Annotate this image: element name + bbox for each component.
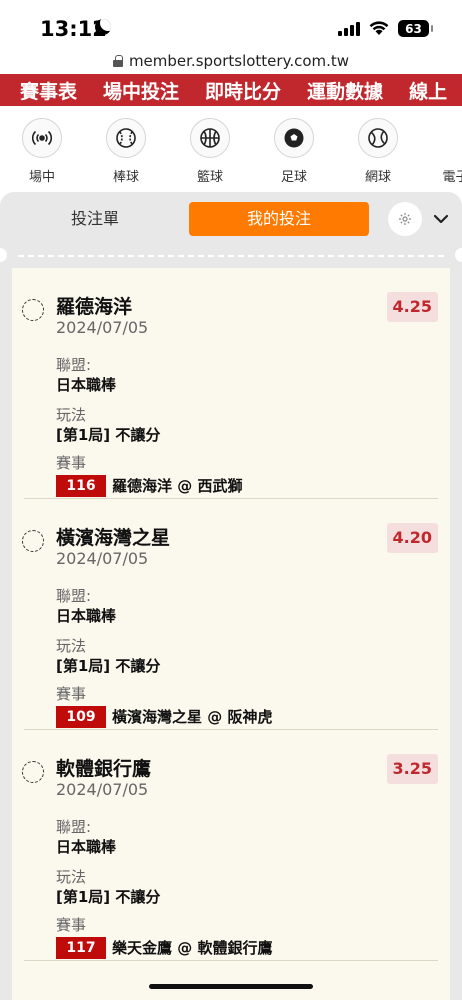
nav-item-live-scores[interactable]: 即時比分 xyxy=(205,77,281,104)
event-label: 賽事 xyxy=(56,685,87,703)
sport-label: 場中 xyxy=(28,170,55,185)
league-label: 聯盟: xyxy=(56,587,92,605)
league-value: 日本職棒 xyxy=(56,607,117,625)
tab-my-bets[interactable]: 我的投注 xyxy=(189,202,369,236)
bet-item[interactable]: 羅德海洋 2024/07/05 4.25 聯盟: 日本職棒 玩法 [第1局] 不… xyxy=(22,268,438,499)
live-signal-icon xyxy=(22,118,62,158)
league-label: 聯盟: xyxy=(56,356,92,374)
bet-panel: 投注單 我的投注 羅德海洋 2024/07/05 4.25 聯盟: 日本職棒 玩… xyxy=(0,192,462,1000)
nav-item-online[interactable]: 線上 xyxy=(409,77,447,104)
basketball-icon xyxy=(190,118,230,158)
sport-label: 棒球 xyxy=(112,170,139,185)
sport-item-esports[interactable]: 電子競 xyxy=(420,106,462,192)
match-id-badge: 116 xyxy=(56,475,106,497)
bet-list: 羅德海洋 2024/07/05 4.25 聯盟: 日本職棒 玩法 [第1局] 不… xyxy=(12,268,450,1000)
bet-selection: 羅德海洋 xyxy=(56,296,133,318)
bet-selection: 橫濱海灣之星 xyxy=(56,527,171,549)
match-name: 羅德海洋 @ 西武獅 xyxy=(112,477,243,495)
gear-icon xyxy=(399,213,411,225)
sport-item-live[interactable]: 場中 xyxy=(0,106,84,192)
tennis-icon xyxy=(358,118,398,158)
bet-date: 2024/07/05 xyxy=(56,549,149,568)
ticket-notch xyxy=(0,248,7,262)
bet-selection: 軟體銀行鷹 xyxy=(56,758,152,780)
market-label: 玩法 xyxy=(56,406,87,424)
nav-item-sports-data[interactable]: 運動數據 xyxy=(307,77,383,104)
sport-item-basketball[interactable]: 籃球 xyxy=(168,106,252,192)
pending-status-icon xyxy=(22,761,44,783)
chevron-down-icon xyxy=(433,214,449,224)
sport-item-tennis[interactable]: 網球 xyxy=(336,106,420,192)
bet-date: 2024/07/05 xyxy=(56,780,149,799)
event-label: 賽事 xyxy=(56,916,87,934)
pending-status-icon xyxy=(22,299,44,321)
match-name: 樂天金鷹 @ 軟體銀行鷹 xyxy=(112,939,273,957)
cellular-signal-icon xyxy=(338,22,362,36)
league-value: 日本職棒 xyxy=(56,376,117,394)
sport-label: 籃球 xyxy=(196,170,223,185)
odds-badge: 3.25 xyxy=(386,754,438,784)
lock-icon xyxy=(112,55,123,67)
ticket-notch xyxy=(455,248,462,262)
match-id-badge: 109 xyxy=(56,706,106,728)
market-label: 玩法 xyxy=(56,868,87,886)
sport-category-bar: 場中 棒球 籃球 足球 網球 電子 xyxy=(0,106,462,192)
tab-bet-slip[interactable]: 投注單 xyxy=(20,202,170,236)
match-name: 橫濱海灣之星 @ 阪神虎 xyxy=(112,708,273,726)
sport-label: 足球 xyxy=(280,170,307,185)
address-bar[interactable]: member.sportslottery.com.tw xyxy=(0,48,462,74)
odds-badge: 4.25 xyxy=(386,292,438,322)
league-value: 日本職棒 xyxy=(56,838,117,856)
nav-item-live-betting[interactable]: 場中投注 xyxy=(103,77,179,104)
odds-badge: 4.20 xyxy=(386,523,438,553)
battery-indicator: 63 xyxy=(398,20,433,37)
status-bar: 13:12 63 xyxy=(0,0,462,48)
settings-button[interactable] xyxy=(388,202,422,236)
url-text[interactable]: member.sportslottery.com.tw xyxy=(129,52,349,70)
collapse-button[interactable] xyxy=(430,208,452,230)
market-value: [第1局] 不讓分 xyxy=(56,888,161,906)
sport-label: 電子競 xyxy=(442,170,462,185)
bet-tabs: 投注單 我的投注 xyxy=(0,202,462,242)
baseball-icon xyxy=(106,118,146,158)
main-nav: 賽事表 場中投注 即時比分 運動數據 線上 xyxy=(0,74,462,106)
sport-item-baseball[interactable]: 棒球 xyxy=(84,106,168,192)
league-label: 聯盟: xyxy=(56,818,92,836)
match-id-badge: 117 xyxy=(56,937,106,959)
market-value: [第1局] 不讓分 xyxy=(56,657,161,675)
moon-icon xyxy=(95,19,111,35)
wifi-icon xyxy=(369,21,389,35)
ticket-perforation xyxy=(0,248,462,264)
home-indicator[interactable] xyxy=(149,984,313,989)
dashed-divider xyxy=(18,255,444,257)
event-label: 賽事 xyxy=(56,454,87,472)
bet-date: 2024/07/05 xyxy=(56,318,149,337)
market-value: [第1局] 不讓分 xyxy=(56,426,161,444)
sport-item-soccer[interactable]: 足球 xyxy=(252,106,336,192)
soccer-icon xyxy=(274,118,314,158)
sport-label: 網球 xyxy=(364,170,391,185)
bet-item[interactable]: 軟體銀行鷹 2024/07/05 3.25 聯盟: 日本職棒 玩法 [第1局] … xyxy=(22,730,438,961)
nav-item-schedule[interactable]: 賽事表 xyxy=(20,77,77,104)
pending-status-icon xyxy=(22,530,44,552)
bet-item[interactable]: 橫濱海灣之星 2024/07/05 4.20 聯盟: 日本職棒 玩法 [第1局]… xyxy=(22,499,438,730)
market-label: 玩法 xyxy=(56,637,87,655)
